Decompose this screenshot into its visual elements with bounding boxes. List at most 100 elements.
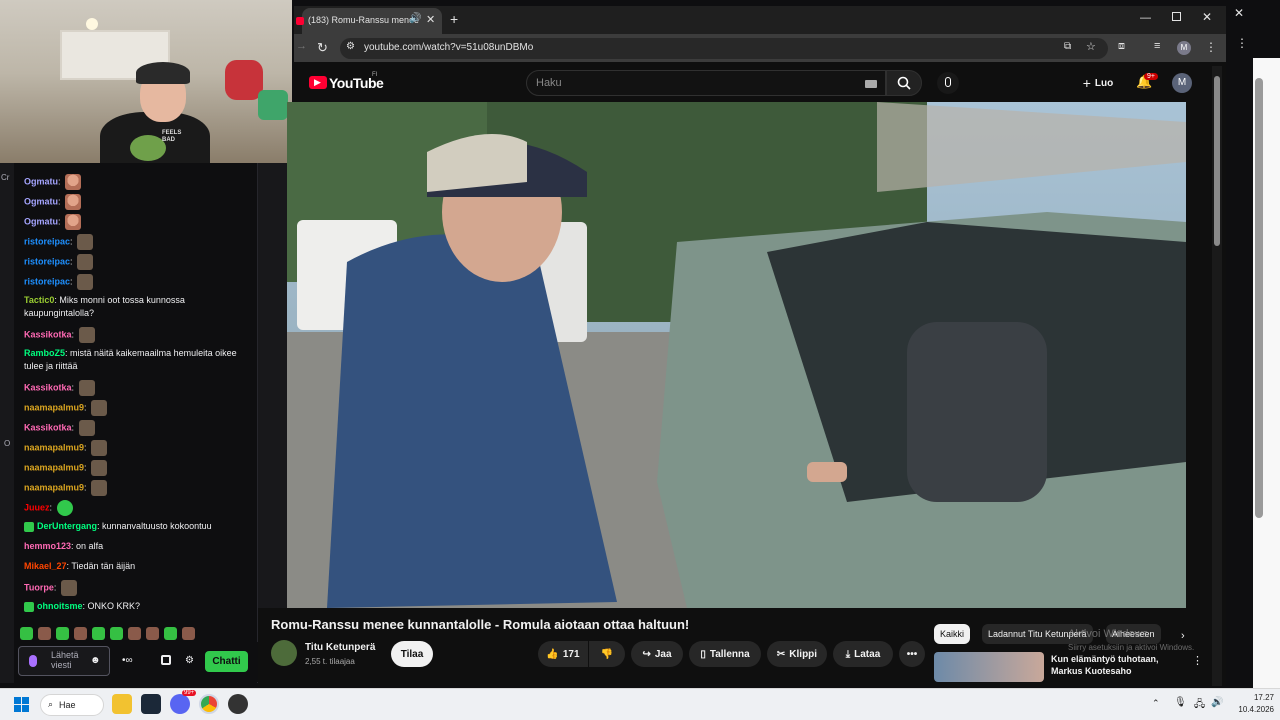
- tab-close-icon[interactable]: ✕: [426, 13, 435, 26]
- minimize-icon[interactable]: —: [1140, 12, 1151, 24]
- chat-username[interactable]: Ogmatu: [24, 196, 58, 206]
- chat-username[interactable]: ristoreipac: [24, 236, 70, 246]
- like-button[interactable]: 👍 171: [538, 641, 588, 667]
- chat-username[interactable]: Ogmatu: [24, 216, 58, 226]
- site-info-icon[interactable]: ⚙: [346, 41, 355, 52]
- youtube-search-button[interactable]: [886, 70, 922, 96]
- chat-username[interactable]: Juuez: [24, 502, 50, 512]
- store-icon[interactable]: [161, 655, 171, 665]
- keyboard-icon[interactable]: [865, 80, 877, 88]
- chat-username[interactable]: naamapalmu9: [24, 402, 84, 412]
- chat-username[interactable]: Tactic0: [24, 295, 54, 305]
- taskbar-date[interactable]: 10.4.2026: [1226, 705, 1274, 714]
- new-tab-button[interactable]: +: [450, 11, 458, 27]
- chat-username[interactable]: Ogmatu: [24, 176, 58, 186]
- emote-icon[interactable]: [38, 627, 51, 640]
- share-button[interactable]: ↪ Jaa: [631, 641, 683, 667]
- chat-username[interactable]: RamboZ5: [24, 348, 65, 358]
- emote-icon[interactable]: [20, 627, 33, 640]
- maximize-icon[interactable]: [1172, 12, 1181, 21]
- chat-username[interactable]: ristoreipac: [24, 256, 70, 266]
- chat-username[interactable]: Tuorpe: [24, 582, 54, 592]
- dislike-button[interactable]: 👎: [589, 641, 625, 667]
- channel-avatar[interactable]: [271, 640, 297, 666]
- outer-scrollbar-thumb[interactable]: [1255, 78, 1263, 518]
- chat-username[interactable]: naamapalmu9: [24, 482, 84, 492]
- back-arrow-icon[interactable]: →: [296, 40, 307, 52]
- chips-next-icon[interactable]: ›: [1181, 630, 1185, 642]
- chat-username[interactable]: Kassikotka: [24, 382, 72, 392]
- taskbar-time[interactable]: 17.27: [1240, 693, 1274, 702]
- steam-icon[interactable]: [141, 694, 161, 714]
- address-bar[interactable]: ⚙ youtube.com/watch?v=51u08unDBMo ⧉ ☆: [340, 38, 1108, 59]
- window-close-icon[interactable]: ✕: [1202, 10, 1212, 24]
- chat-separator: :: [84, 462, 90, 473]
- browser-tab-active[interactable]: (183) Romu-Ranssu menee 🔊 ✕: [296, 8, 442, 34]
- emoji-icon[interactable]: ☻: [90, 655, 101, 666]
- tray-network-icon[interactable]: 🖧: [1194, 697, 1205, 714]
- youtube-account-avatar[interactable]: M: [1172, 73, 1192, 93]
- chat-username[interactable]: naamapalmu9: [24, 462, 84, 472]
- webcam-green-item: [258, 90, 288, 120]
- emote-icon[interactable]: [56, 627, 69, 640]
- channel-name[interactable]: Titu Ketunperä: [305, 642, 375, 653]
- tray-overflow-icon[interactable]: ⌃: [1152, 698, 1160, 709]
- chat-send-button[interactable]: Chatti: [205, 651, 248, 672]
- reload-icon[interactable]: ↻: [317, 40, 328, 56]
- activate-windows-title: Aktivoi Windows: [1068, 628, 1149, 640]
- create-label: Luo: [1094, 77, 1114, 89]
- chat-username[interactable]: Kassikotka: [24, 329, 72, 339]
- download-button[interactable]: ⤓ Lataa: [833, 641, 893, 667]
- video-player[interactable]: [287, 102, 1186, 608]
- subscribe-button[interactable]: Tilaa: [391, 641, 433, 667]
- windows-start-icon[interactable]: [14, 697, 29, 712]
- recommended-title[interactable]: Kun elämäntyö tuhotaan, Markus Kuotesaho: [1051, 653, 1159, 677]
- more-actions-button[interactable]: •••: [899, 641, 925, 667]
- browser-menu-icon[interactable]: ⋮: [1205, 40, 1217, 54]
- voice-search-button[interactable]: [937, 72, 959, 94]
- chat-input[interactable]: Lähetä viesti ☻: [18, 646, 110, 676]
- emote-icon[interactable]: [128, 627, 141, 640]
- create-button[interactable]: + Luo: [1073, 70, 1123, 96]
- tab-audio-icon[interactable]: 🔊: [409, 13, 421, 24]
- chat-username[interactable]: Kassikotka: [24, 422, 72, 432]
- browser-profile-avatar[interactable]: M: [1177, 41, 1191, 55]
- settings-gear-icon[interactable]: ⚙: [185, 655, 194, 666]
- page-scrollbar[interactable]: [1212, 66, 1222, 686]
- tray-mic-icon[interactable]: 🎙: [1174, 697, 1187, 708]
- chrome-icon[interactable]: [199, 694, 219, 714]
- chat-username[interactable]: ohnoitsme: [37, 601, 83, 611]
- discord-icon[interactable]: [170, 694, 190, 714]
- chat-username[interactable]: hemmo123: [24, 541, 71, 551]
- clip-button[interactable]: ✂ Klippi: [767, 641, 827, 667]
- save-button[interactable]: ▯ Tallenna: [689, 641, 761, 667]
- youtube-search-input[interactable]: Haku: [526, 70, 886, 96]
- chat-username[interactable]: Mikael_27: [24, 561, 67, 571]
- install-icon[interactable]: ⧉: [1064, 41, 1071, 52]
- extensions-icon[interactable]: ⧈: [1118, 40, 1125, 53]
- chat-username[interactable]: ristoreipac: [24, 276, 70, 286]
- emote-bar[interactable]: [20, 627, 235, 641]
- emote-icon[interactable]: [92, 627, 105, 640]
- taskbar-search[interactable]: Hae ⌕: [40, 694, 104, 716]
- outer-menu-icon[interactable]: ⋮: [1236, 36, 1248, 50]
- bookmark-star-icon[interactable]: ☆: [1086, 40, 1096, 53]
- chat-username[interactable]: DerUntergang: [37, 521, 97, 531]
- obs-icon[interactable]: [228, 694, 248, 714]
- chip-all[interactable]: Kaikki: [934, 624, 971, 644]
- emote-icon[interactable]: [74, 627, 87, 640]
- recommended-menu-icon[interactable]: ⋮: [1192, 654, 1203, 667]
- emote-icon[interactable]: [164, 627, 177, 640]
- infinity-icon[interactable]: •∞: [122, 655, 133, 666]
- recommended-thumbnail[interactable]: [934, 652, 1044, 682]
- file-explorer-icon[interactable]: [112, 694, 132, 714]
- media-control-icon[interactable]: ≡: [1154, 40, 1160, 52]
- chat-username[interactable]: naamapalmu9: [24, 442, 84, 452]
- emote-icon[interactable]: [146, 627, 159, 640]
- page-scrollbar-thumb[interactable]: [1214, 76, 1220, 246]
- emote-icon[interactable]: [182, 627, 195, 640]
- outer-close-icon[interactable]: ✕: [1234, 6, 1244, 20]
- mic-icon[interactable]: [29, 655, 37, 667]
- emote-icon[interactable]: [110, 627, 123, 640]
- tray-volume-icon[interactable]: 🔊: [1211, 697, 1223, 708]
